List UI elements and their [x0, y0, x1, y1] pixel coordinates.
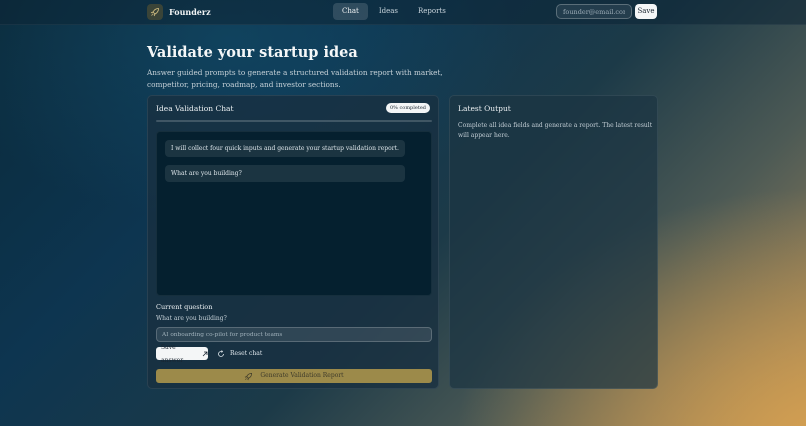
brand-name: Founderz [169, 7, 211, 17]
arrow-up-right-icon [202, 351, 208, 357]
progress-badge: 0% completed [385, 103, 430, 113]
rocket-icon [147, 4, 163, 20]
rocket-icon [244, 372, 253, 381]
generate-report-button[interactable]: Generate Validation Report [156, 369, 432, 383]
chat-window[interactable]: I will collect four quick inputs and gen… [156, 131, 432, 296]
current-question-text: What are you building? [156, 315, 227, 322]
idea-validation-chat-panel: Idea Validation Chat 0% completed I will… [147, 95, 439, 389]
reset-chat-button[interactable]: Reset chat [217, 347, 262, 360]
generate-report-label: Generate Validation Report [260, 372, 344, 379]
top-bar: Founderz Chat Ideas Reports Save [0, 0, 806, 25]
output-placeholder-text: Complete all idea fields and generate a … [458, 122, 653, 139]
chat-panel-title: Idea Validation Chat [156, 104, 234, 113]
save-answer-label: Save answer [161, 343, 184, 364]
page-title: Validate your startup idea [147, 44, 358, 61]
chat-message: What are you building? [165, 165, 405, 182]
tab-chat[interactable]: Chat [333, 3, 368, 20]
reset-chat-label: Reset chat [230, 350, 263, 357]
chat-message: I will collect four quick inputs and gen… [165, 140, 405, 157]
output-panel-title: Latest Output [458, 104, 511, 113]
progress-bar [156, 120, 432, 122]
page-subtitle: Answer guided prompts to generate a stru… [147, 68, 443, 89]
hero: Validate your startup idea Answer guided… [147, 44, 457, 90]
answer-input[interactable] [156, 327, 432, 342]
email-input[interactable] [556, 4, 632, 19]
current-question-label: Current question [156, 303, 213, 311]
latest-output-panel: Latest Output Complete all idea fields a… [449, 95, 658, 389]
save-answer-button[interactable]: Save answer [156, 344, 208, 364]
refresh-icon [217, 349, 225, 358]
main-nav: Chat Ideas Reports [333, 3, 455, 20]
save-button[interactable]: Save [635, 4, 657, 19]
tab-reports[interactable]: Reports [409, 3, 455, 20]
brand[interactable]: Founderz [147, 4, 211, 20]
tab-ideas[interactable]: Ideas [370, 3, 407, 20]
